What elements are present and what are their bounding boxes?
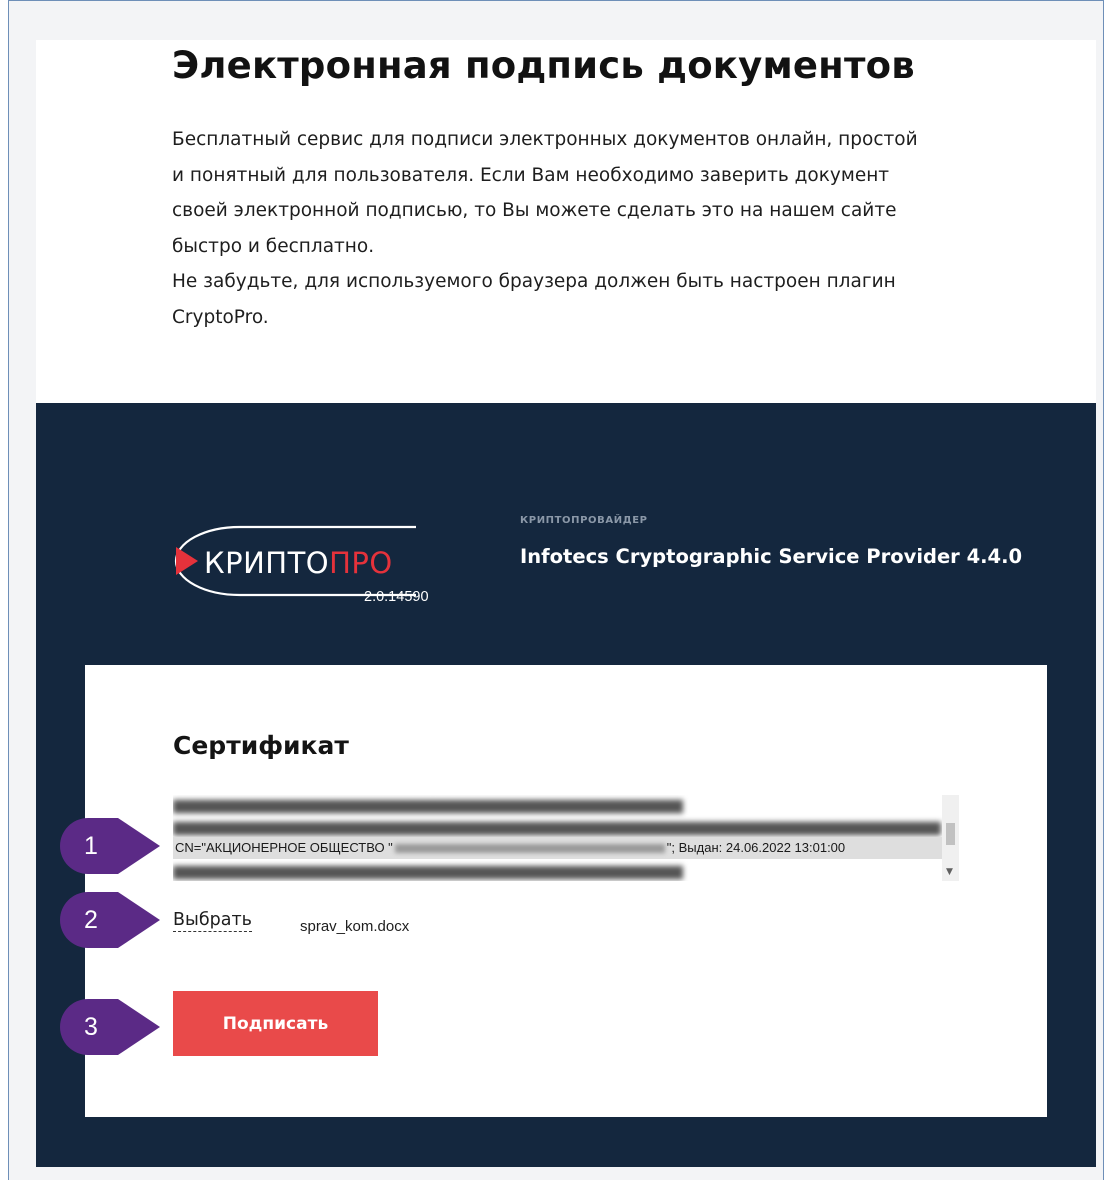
sign-button[interactable]: Подписать — [173, 991, 378, 1056]
logo-text-main: КРИПТО — [204, 546, 329, 580]
svg-text:КРИПТОПРО: КРИПТОПРО — [204, 546, 393, 580]
blurred-text: ▇▇▇▇▇▇▇▇▇▇▇▇▇▇▇▇▇▇▇▇▇▇▇▇▇▇▇▇▇▇▇▇▇▇▇▇▇▇▇▇… — [173, 864, 683, 879]
certificate-option[interactable]: ▇▇▇▇▇▇▇▇▇▇▇▇▇▇▇▇▇▇▇▇▇▇▇▇▇▇▇▇▇▇▇▇▇▇▇▇▇▇▇▇… — [173, 795, 941, 817]
choose-file-link[interactable]: Выбрать — [173, 909, 252, 932]
certificate-option-selected[interactable]: CN="АКЦИОНЕРНОЕ ОБЩЕСТВО " "; Выдан: 24.0… — [173, 837, 943, 859]
certificate-selected-prefix: CN="АКЦИОНЕРНОЕ ОБЩЕСТВО " — [175, 840, 393, 855]
description-line: CryptoPro. — [172, 306, 269, 328]
step-marker-2: 2 — [60, 892, 164, 948]
list-scrollbar[interactable]: ▼ — [942, 795, 959, 881]
blurred-text: ▇▇▇▇▇▇▇▇▇▇▇▇▇▇▇▇▇▇▇▇▇▇▇▇▇▇▇▇▇▇▇▇▇▇▇▇▇▇▇▇… — [173, 820, 941, 835]
certificate-heading: Сертификат — [173, 731, 349, 760]
step-marker-3: 3 — [60, 999, 164, 1055]
logo-text-accent: ПРО — [329, 546, 393, 580]
description-line: и понятный для пользователя. Если Вам не… — [172, 164, 890, 186]
blurred-text: ▇▇▇▇▇▇▇▇▇▇▇▇▇▇▇▇▇▇▇▇▇▇▇▇▇▇▇▇▇▇▇▇▇▇▇▇▇▇▇▇… — [173, 798, 683, 813]
description-line: своей электронной подписью, то Вы можете… — [172, 200, 897, 221]
page-description: Бесплатный сервис для подписи электронны… — [172, 122, 992, 335]
certificate-option[interactable]: ▇▇▇▇▇▇▇▇▇▇▇▇▇▇▇▇▇▇▇▇▇▇▇▇▇▇▇▇▇▇▇▇▇▇▇▇▇▇▇▇… — [173, 817, 941, 839]
page: Электронная подпись документов Бесплатны… — [36, 40, 1096, 1167]
marker-number: 2 — [84, 906, 98, 934]
scrollbar-thumb[interactable] — [946, 823, 955, 845]
selected-file-name: sprav_kom.docx — [300, 918, 410, 935]
page-title: Электронная подпись документов — [172, 44, 915, 87]
description-line: Бесплатный сервис для подписи электронны… — [172, 129, 918, 150]
step-marker-1: 1 — [60, 818, 164, 874]
certificate-card: Сертификат ▇▇▇▇▇▇▇▇▇▇▇▇▇▇▇▇▇▇▇▇▇▇▇▇▇▇▇▇▇… — [85, 665, 1047, 1117]
provider-name: Infotecs Cryptographic Service Provider … — [520, 545, 1023, 568]
marker-number: 3 — [84, 1013, 98, 1041]
certificate-selected-suffix: "; Выдан: 24.06.2022 13:01:00 — [666, 840, 846, 855]
marker-number: 1 — [84, 832, 98, 860]
provider-label: КРИПТОПРОВАЙДЕР — [520, 515, 648, 526]
signing-panel: КРИПТОПРО 2.0.14590 КРИПТОПРОВАЙДЕР Info… — [36, 403, 1096, 1167]
redacted-text — [394, 844, 665, 854]
plugin-version: 2.0.14590 — [364, 589, 429, 605]
description-line: Не забудьте, для используемого браузера … — [172, 271, 896, 292]
certificate-option[interactable]: ▇▇▇▇▇▇▇▇▇▇▇▇▇▇▇▇▇▇▇▇▇▇▇▇▇▇▇▇▇▇▇▇▇▇▇▇▇▇▇▇… — [173, 861, 941, 881]
certificate-select[interactable]: ▇▇▇▇▇▇▇▇▇▇▇▇▇▇▇▇▇▇▇▇▇▇▇▇▇▇▇▇▇▇▇▇▇▇▇▇▇▇▇▇… — [173, 795, 959, 881]
description-line: быстро и бесплатно. — [172, 235, 375, 257]
scroll-down-icon[interactable]: ▼ — [946, 867, 953, 877]
